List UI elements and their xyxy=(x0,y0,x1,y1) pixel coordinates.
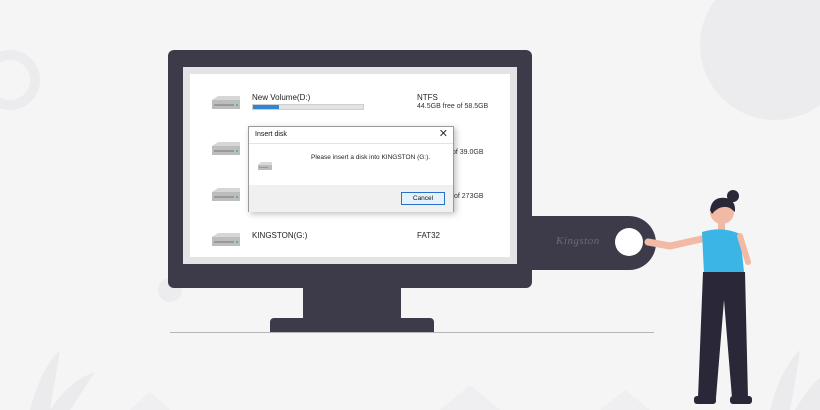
foliage-decor xyxy=(30,350,820,410)
illustration-scene: New Volume(D:) NTFS 44.5GB free of 58.5G… xyxy=(0,0,820,410)
